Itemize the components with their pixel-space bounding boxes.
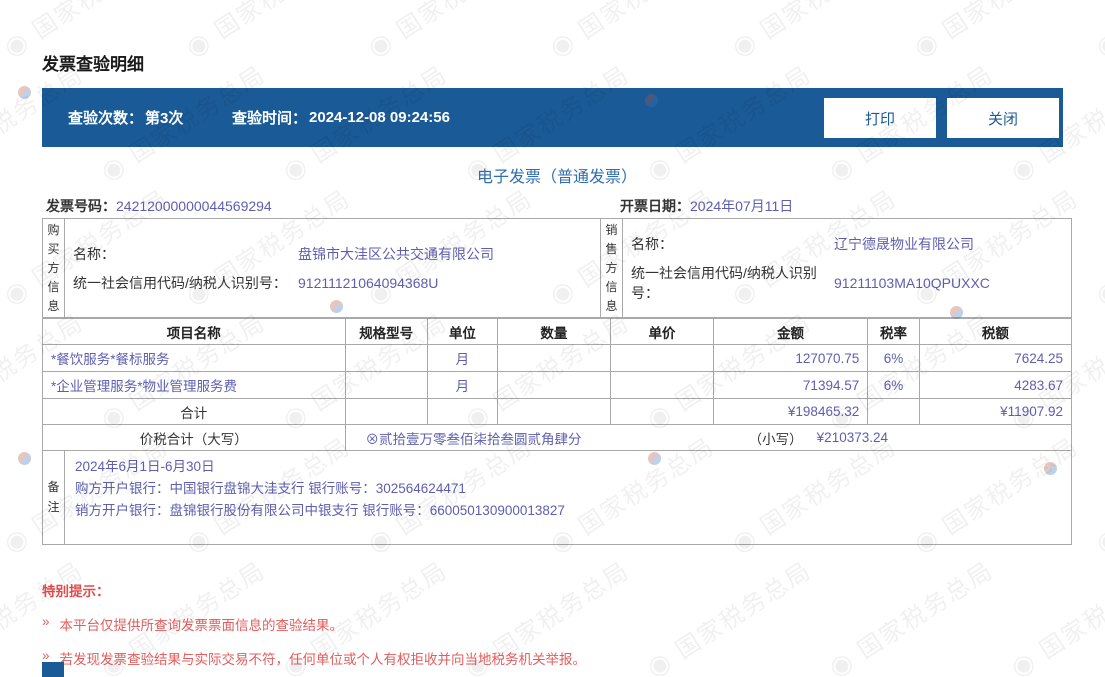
item-spec (344, 344, 428, 372)
items-table: 项目名称 规格型号 单位 数量 单价 金额 税率 税额 *餐饮服务*餐标服务 月… (42, 318, 1073, 451)
invoice-verify-page: 发票查验明细 查验次数： 第3次 查验时间： 2024-12-08 09:24:56… (0, 0, 1105, 677)
tax-total-label: 价税合计（大写） (42, 424, 346, 451)
total-label: 合计 (42, 398, 346, 425)
table-row: *企业管理服务*物业管理服务费 月 71394.57 6% 4283.67 (42, 371, 1073, 399)
verify-header-bar: 查验次数： 第3次 查验时间： 2024-12-08 09:24:56 打印 关闭 (42, 88, 1063, 147)
invoice-number-value: 24212000000044569294 (116, 198, 272, 214)
tax-total-row: 价税合计（大写） ⊗贰拾壹万零叁佰柒拾叁圆贰角肆分 （小写） ¥210373.2… (42, 424, 1073, 451)
item-unit: 月 (426, 371, 498, 399)
page-title: 发票查验明细 (42, 55, 144, 74)
item-rate: 6% (867, 371, 920, 399)
tax-total-lowercase-value: ¥210373.24 (816, 430, 888, 445)
bullet-icon: » (42, 614, 50, 629)
col-header-unit: 单位 (426, 318, 498, 345)
verify-time-value: 2024-12-08 09:24:56 (309, 109, 450, 126)
verify-time: 查验时间： 2024-12-08 09:24:56 (232, 88, 450, 147)
remark-line: 销方开户银行：盘锦银行股份有限公司中银支行 银行账号：6600501309000… (75, 503, 565, 518)
col-header-item-name: 项目名称 (42, 318, 346, 345)
buyer-section: 购买方信息 名称： 盘锦市大洼区公共交通有限公司 统一社会信用代码/纳税人识别号… (43, 219, 601, 317)
col-header-qty: 数量 (496, 318, 612, 345)
invoice-type-title: 电子发票（普通发票） (476, 169, 637, 186)
invoice-number-row: 发票号码：24212000000044569294 开票日期：2024年07月1… (42, 196, 1072, 216)
notice-text: 本平台仅提供所查询发票票面信息的查验结果。 (59, 618, 344, 633)
col-header-spec: 规格型号 (344, 318, 428, 345)
invoice-date-value: 2024年07月11日 (690, 198, 794, 214)
col-header-tax: 税额 (918, 318, 1073, 345)
verify-count-label: 查验次数： (68, 110, 144, 127)
item-spec (344, 371, 428, 399)
item-name: *企业管理服务*物业管理服务费 (42, 371, 346, 399)
item-amount: 127070.75 (712, 344, 869, 372)
buyer-name-value: 盘锦市大洼区公共交通有限公司 (298, 245, 494, 262)
total-row: 合计 ¥198465.32 ¥11907.92 (42, 398, 1073, 425)
print-button[interactable]: 打印 (824, 98, 936, 138)
col-header-rate: 税率 (867, 318, 920, 345)
invoice-date: 开票日期：2024年07月11日 (620, 196, 793, 216)
item-amount: 71394.57 (712, 371, 869, 399)
special-notice: 特别提示： » 本平台仅提供所查询发票票面信息的查验结果。 » 若发现发票查验结… (42, 580, 1042, 668)
col-header-price: 单价 (610, 318, 714, 345)
item-qty (496, 371, 612, 399)
buyer-taxid-label: 统一社会信用代码/纳税人识别号： (73, 274, 287, 291)
item-unit: 月 (426, 344, 498, 372)
remark-line: 购方开户银行：中国银行盘锦大洼支行 银行账号：302564624471 (75, 481, 466, 496)
remarks-section: 备注 2024年6月1日-6月30日 购方开户银行：中国银行盘锦大洼支行 银行账… (42, 450, 1072, 545)
verify-count-value: 第3次 (145, 110, 184, 127)
notice-item: » 本平台仅提供所查询发票票面信息的查验结果。 (42, 614, 1042, 634)
seller-side-label: 销售方信息 (601, 219, 623, 317)
notice-title: 特别提示： (42, 584, 110, 599)
buyer-taxid-value: 91211121064094368U (298, 274, 439, 291)
tax-total-lowercase-label: （小写） (748, 431, 803, 447)
party-info-box: 购买方信息 名称： 盘锦市大洼区公共交通有限公司 统一社会信用代码/纳税人识别号… (42, 218, 1072, 318)
seller-taxid-label: 统一社会信用代码/纳税人识别号： (631, 264, 817, 301)
item-name: *餐饮服务*餐标服务 (42, 344, 346, 372)
total-tax: ¥11907.92 (918, 398, 1073, 425)
remarks-side-label: 备注 (43, 450, 65, 544)
invoice-number: 发票号码：24212000000044569294 (46, 196, 272, 216)
seller-section: 销售方信息 名称： 辽宁德晟物业有限公司 统一社会信用代码/纳税人识别号： 91… (601, 219, 1071, 317)
notice-item: » 若发现发票查验结果与实际交易不符，任何单位或个人有权拒收并向当地税务机关举报… (42, 648, 1042, 668)
item-rate: 6% (867, 344, 920, 372)
items-header-row: 项目名称 规格型号 单位 数量 单价 金额 税率 税额 (42, 318, 1073, 345)
total-amount: ¥198465.32 (712, 398, 869, 425)
invoice-date-label: 开票日期： (620, 198, 690, 214)
close-button[interactable]: 关闭 (947, 98, 1059, 138)
invoice-number-label: 发票号码： (46, 198, 116, 214)
seller-name-label: 名称： (631, 235, 673, 252)
buyer-name-label: 名称： (73, 245, 115, 262)
item-tax: 4283.67 (918, 371, 1073, 399)
remark-line: 2024年6月1日-6月30日 (75, 459, 215, 474)
item-price (610, 344, 714, 372)
item-tax: 7624.25 (918, 344, 1073, 372)
notice-text: 若发现发票查验结果与实际交易不符，任何单位或个人有权拒收并向当地税务机关举报。 (59, 652, 587, 667)
item-price (610, 371, 714, 399)
seller-taxid-value: 91211103MA10QPUXXC (834, 274, 990, 291)
verify-time-label: 查验时间： (232, 110, 308, 127)
seller-name-value: 辽宁德晟物业有限公司 (834, 235, 974, 252)
footer-bar-edge (42, 662, 64, 677)
tax-total-uppercase: ⊗贰拾壹万零叁佰柒拾叁圆贰角肆分 (365, 431, 582, 447)
buyer-side-label: 购买方信息 (43, 219, 65, 317)
col-header-amount: 金额 (712, 318, 869, 345)
item-qty (496, 344, 612, 372)
table-row: *餐饮服务*餐标服务 月 127070.75 6% 7624.25 (42, 344, 1073, 372)
verify-count: 查验次数： 第3次 (68, 88, 183, 147)
